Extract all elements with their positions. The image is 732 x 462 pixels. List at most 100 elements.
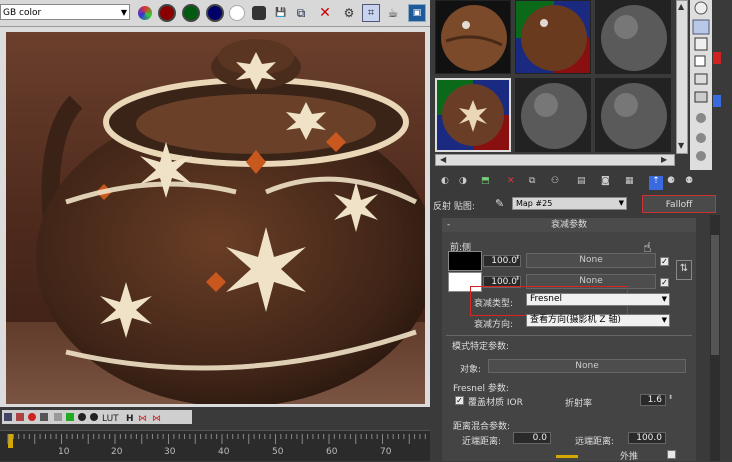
channel-dropdown-value: GB color [3,8,42,18]
distance-section-label: 距离混合参数: [453,422,511,432]
extrapolate-label: 外推 [620,452,639,462]
svg-text:H: H [126,414,134,424]
blue-channel-button[interactable] [206,4,224,22]
extrapolate-checkbox[interactable] [667,450,676,459]
assign-icon: ⬒ [481,176,490,186]
material-id-button[interactable]: ◙ [601,176,615,190]
slots-vertical-scrollbar[interactable]: ▲ ▼ [676,0,688,154]
side-toolbar-icons-svg [692,1,710,161]
swap-colors-button[interactable]: ⇅ [676,260,692,280]
make-unique-button[interactable]: ⚇ [551,176,565,190]
save-button[interactable]: 💾 [272,4,290,22]
color-swatch-red [713,52,721,64]
green-channel-button[interactable] [182,4,200,22]
yellow-marker [556,455,578,458]
material-slot-6[interactable] [595,78,671,152]
near-distance-spinner[interactable]: 0.0 [513,432,551,444]
far-distance-spinner[interactable]: 100.0 [628,432,666,444]
front-map-button[interactable]: None [526,253,656,268]
material-slot-1[interactable] [435,0,511,74]
material-slot-4-selected[interactable] [435,78,511,152]
unique-icon: ⚇ [551,176,560,186]
mono-button[interactable] [250,4,268,22]
panel-scrollbar[interactable] [710,215,720,461]
mono-icon [252,6,266,20]
falloff-type-value: Fresnel [530,294,562,304]
show-map-button[interactable]: ▦ [625,176,639,190]
near-distance-label: 近端距离: [462,437,502,447]
scroll-left-icon: ◀ [440,155,447,164]
tick-label-40: 40 [218,447,230,457]
chevron-down-icon: ▼ [120,8,127,17]
region-render-button[interactable]: ⌗ [362,4,380,22]
slots-horizontal-scrollbar[interactable]: ◀ ▶ [435,154,675,166]
panel-scrollbar-thumb[interactable] [711,235,719,355]
assign-button[interactable]: ⬒ [481,176,495,190]
material-slot-3[interactable] [595,0,671,74]
rollout-header[interactable]: - 衰减参数 [442,218,696,232]
material-editor-toolbar: ◐ ◑ ⬒ ✕ ⧉ ⚇ ▤ ◙ ▦ ⇡ ⚈ ⚉ [433,172,693,194]
spinner-arrows-icon[interactable]: ⬍ [515,254,520,261]
fresnel-params-label: Fresnel 参数: [453,384,509,394]
alpha-channel-button[interactable] [228,4,246,22]
render-frame-toolbar: GB color ▼ 💾 ⧉ ✕ ⚙ ⌗ ☕ ▣ [0,0,430,27]
channel-dropdown[interactable]: GB color ▼ [0,4,130,20]
put-icon: ◑ [459,176,467,186]
override-ior-checkbox[interactable]: ✓ [455,396,464,405]
put-to-library-button[interactable]: ▤ [577,176,591,190]
map-name-input[interactable]: Map #25 ▼ [512,197,627,210]
override-ior-label: 覆盖材质 IOR [468,398,523,408]
reset-map-button[interactable]: ✕ [507,176,521,190]
up-arrow-icon: ⇡ [652,176,660,186]
vray-frame-tools: LUT H ⋈ ⋈ [2,410,192,424]
rgb-channels-button[interactable] [136,4,154,22]
put-to-scene-button[interactable]: ◑ [459,176,473,190]
tracking-button[interactable]: ⚙ [340,4,358,22]
tick-label-10: 10 [58,447,70,457]
tick-label-20: 20 [111,447,123,457]
scroll-right-icon: ▶ [661,155,668,164]
object-label: 对象: [460,365,482,375]
get-material-button[interactable]: ◐ [441,176,455,190]
tick-label-30: 30 [164,447,176,457]
pick-map-eyedropper-icon[interactable]: ✎ [495,197,504,210]
vfb-history-button[interactable]: ▣ [408,4,426,22]
rollout-title: 衰减参数 [550,220,587,230]
go-forward-sibling-button[interactable]: ⚈ [667,176,681,190]
tick-label-60: 60 [326,447,338,457]
clear-button[interactable]: ✕ [316,4,334,22]
material-slot-2[interactable] [515,0,591,74]
teapot-icon: ☕ [387,6,399,20]
sphere-arrow-icon: ◐ [441,176,449,186]
svg-text:LUT: LUT [102,414,119,424]
copy-material-icon: ⧉ [529,176,536,186]
map-type-button[interactable]: Falloff [642,195,716,213]
red-channel-button[interactable] [158,4,176,22]
red-dot-icon [158,4,176,22]
green-dot-icon [182,4,200,22]
copy-material-button[interactable]: ⧉ [529,176,543,190]
front-color-swatch[interactable] [448,251,482,271]
save-icon: 💾 [275,8,287,18]
teapot-texture-sphere-icon [437,80,509,150]
object-pick-button[interactable]: None [488,359,686,373]
material-slot-5[interactable] [515,78,591,152]
gear-icon: ⚙ [343,6,355,20]
blue-dot-icon [206,4,224,22]
ior-spinner[interactable]: 1.6 [640,394,666,406]
side-map-checkbox[interactable]: ✓ [660,278,669,287]
front-map-checkbox[interactable]: ✓ [660,257,669,266]
region-icon: ⌗ [367,6,375,19]
copy-button[interactable]: ⧉ [292,4,310,22]
teapot-button[interactable]: ☕ [384,4,402,22]
go-to-parent-button[interactable]: ⇡ [649,176,663,190]
gray-sphere-icon-2 [516,79,590,151]
rgb-circle-icon [138,6,152,20]
falloff-direction-dropdown[interactable]: 查看方向(摄影机 Z 轴) ▼ [526,314,670,327]
scroll-up-icon: ▲ [678,2,685,11]
spinner-arrows-icon-3[interactable]: ⬍ [668,394,673,401]
pick-material-button[interactable]: ⚉ [685,176,699,190]
falloff-type-dropdown[interactable]: Fresnel ▼ [526,293,670,306]
timeline[interactable]: 10 20 30 40 50 60 70 [0,430,430,461]
spinner-arrows-icon-2[interactable]: ⬍ [515,275,520,282]
